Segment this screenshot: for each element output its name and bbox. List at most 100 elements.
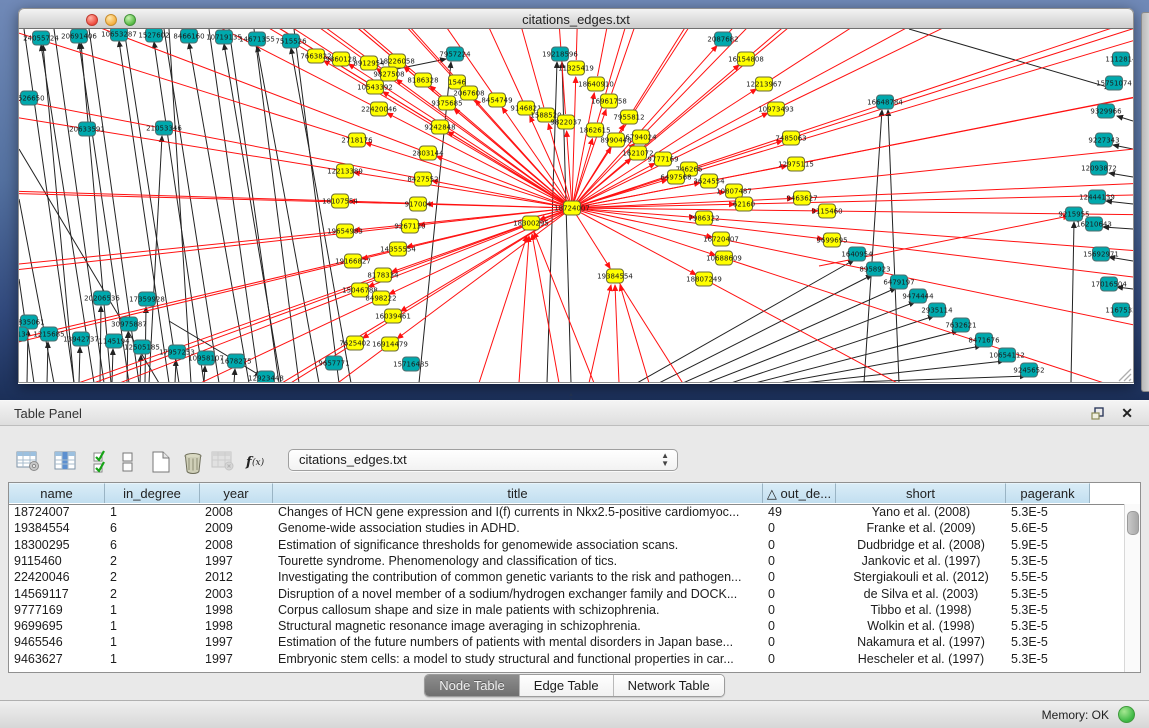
table-row[interactable]: 1830029562008Estimation of significance … (9, 537, 1125, 553)
tab-node-table[interactable]: Node Table (425, 675, 520, 696)
graph-node[interactable]: 10973493 (758, 102, 794, 116)
cell-in_degree[interactable]: 2 (105, 553, 200, 569)
graph-node[interactable]: 19654983 (327, 224, 363, 238)
cell-title[interactable]: Estimation of the future numbers of pati… (273, 634, 763, 650)
tab-network-table[interactable]: Network Table (614, 675, 724, 696)
graph-node[interactable]: 11325419 (558, 61, 594, 75)
scrollbar-thumb[interactable] (1127, 511, 1139, 535)
graph-node[interactable]: 8178334 (367, 268, 399, 282)
graph-node[interactable]: 2526650 (18, 91, 45, 105)
close-panel-icon[interactable]: ✕ (1121, 405, 1133, 422)
cell-year[interactable]: 2009 (200, 520, 273, 536)
cell-title[interactable]: Corpus callosum shape and size in male p… (273, 602, 763, 618)
graph-node[interactable]: 14355554 (380, 242, 416, 256)
graph-node[interactable]: 21053346 (146, 121, 182, 135)
table-panel-header[interactable]: Table Panel ✕ (0, 400, 1149, 426)
cell-year[interactable]: 2008 (200, 504, 273, 520)
cell-title[interactable]: Tourette syndrome. Phenomenology and cla… (273, 553, 763, 569)
graph-node[interactable]: 7632621 (945, 318, 976, 332)
graph-node[interactable]: 19166827 (335, 254, 371, 268)
cell-out_de[interactable]: 0 (763, 651, 836, 667)
cell-out_de[interactable]: 0 (763, 553, 836, 569)
graph-node[interactable]: 16914479 (372, 337, 408, 351)
column-header-in_degree[interactable]: in_degree (105, 483, 200, 503)
graph-node[interactable]: 7955812 (613, 110, 644, 124)
table-row[interactable]: 969969511998Structural magnetic resonanc… (9, 618, 1125, 634)
graph-node[interactable]: 14671355 (239, 32, 275, 46)
column-header-pagerank[interactable]: pagerank (1006, 483, 1090, 503)
graph-node[interactable]: 19218596 (542, 47, 578, 61)
cell-out_de[interactable]: 0 (763, 618, 836, 634)
column-header-title[interactable]: title (273, 483, 763, 503)
cell-title[interactable]: Changes of HCN gene expression and I(f) … (273, 504, 763, 520)
graph-node[interactable]: 22420046 (361, 102, 397, 116)
graph-node[interactable]: 12213967 (746, 77, 782, 91)
cell-in_degree[interactable]: 2 (105, 569, 200, 585)
graph-node[interactable]: 12444139 (1079, 190, 1115, 204)
cell-in_degree[interactable]: 2 (105, 586, 200, 602)
graph-node[interactable]: 1112814 (1105, 52, 1134, 66)
graph-node[interactable]: 15716485 (393, 357, 429, 371)
column-header-out_de[interactable]: △ out_de... (763, 483, 836, 503)
show-columns-icon[interactable] (54, 450, 78, 474)
graph-node[interactable]: 12975115 (778, 157, 814, 171)
graph-node[interactable]: 18107554 (322, 194, 358, 208)
cell-title[interactable]: Estimation of significance thresholds fo… (273, 537, 763, 553)
cell-short[interactable]: de Silva et al. (2003) (836, 586, 1006, 602)
graph-node[interactable]: 1678275 (220, 354, 251, 368)
vertical-scrollbar[interactable] (1124, 504, 1140, 672)
graph-node[interactable]: 16961758 (591, 94, 627, 108)
graph-node[interactable]: 7625402 (339, 336, 370, 350)
table-selector-dropdown[interactable]: citations_edges.txt ▲▼ (288, 449, 678, 471)
graph-node[interactable]: 8427552 (407, 172, 438, 186)
cell-year[interactable]: 1997 (200, 553, 273, 569)
graph-node[interactable]: 18640910 (578, 77, 614, 91)
graph-node[interactable]: 18807249 (686, 272, 722, 286)
window-titlebar[interactable]: citations_edges.txt (18, 8, 1134, 29)
select-columns-icon[interactable] (92, 450, 116, 474)
splitter-handle[interactable]: ▲▼ (564, 392, 578, 398)
graph-node[interactable]: 10543392 (357, 80, 393, 94)
graph-node[interactable]: 8466160 (173, 29, 204, 43)
cell-name[interactable]: 9463627 (9, 651, 105, 667)
cell-pagerank[interactable]: 5.6E-5 (1006, 520, 1090, 536)
cell-pagerank[interactable]: 5.5E-5 (1006, 569, 1090, 585)
graph-node[interactable]: 20691406 (61, 29, 97, 43)
cell-in_degree[interactable]: 6 (105, 520, 200, 536)
graph-node[interactable]: 20633591 (69, 122, 105, 136)
resize-grip[interactable] (1116, 366, 1132, 382)
graph-node[interactable]: 9115460 (811, 204, 842, 218)
column-header-short[interactable]: short (836, 483, 1006, 503)
cell-out_de[interactable]: 0 (763, 537, 836, 553)
cell-title[interactable]: Embryonic stem cells: a model to study s… (273, 651, 763, 667)
graph-node[interactable]: 8454749 (481, 93, 512, 107)
graph-node[interactable]: 1640954 (841, 247, 873, 261)
cell-year[interactable]: 2008 (200, 537, 273, 553)
graph-node[interactable]: 9267130 (394, 219, 425, 233)
cell-in_degree[interactable]: 6 (105, 537, 200, 553)
cell-in_degree[interactable]: 1 (105, 651, 200, 667)
cell-pagerank[interactable]: 5.3E-5 (1006, 553, 1090, 569)
graph-node[interactable]: 1862615 (579, 123, 610, 137)
cell-out_de[interactable]: 0 (763, 634, 836, 650)
graph-node[interactable]: 10688609 (706, 251, 742, 265)
cell-name[interactable]: 9699695 (9, 618, 105, 634)
graph-node[interactable]: 16720407 (703, 232, 739, 246)
graph-node[interactable]: 2803144 (412, 146, 444, 160)
graph-node[interactable]: 10807487 (716, 184, 752, 198)
cell-pagerank[interactable]: 5.9E-5 (1006, 537, 1090, 553)
cell-short[interactable]: Wolkin et al. (1998) (836, 618, 1006, 634)
graph-node[interactable]: 8186328 (407, 73, 438, 87)
cell-out_de[interactable]: 49 (763, 504, 836, 520)
graph-node[interactable]: 917004 (405, 197, 432, 211)
graph-node[interactable]: 9474444 (902, 289, 934, 303)
table-row[interactable]: 1938455462009Genome-wide association stu… (9, 520, 1125, 536)
cell-title[interactable]: Structural magnetic resonance image aver… (273, 618, 763, 634)
graph-node[interactable]: 62160 (733, 197, 755, 211)
graph-node[interactable]: 17359928 (129, 292, 165, 306)
network-window[interactable]: citations_edges.txt 24055724206914061065… (18, 8, 1134, 384)
cell-name[interactable]: 19384554 (9, 520, 105, 536)
graph-node[interactable]: 9245652 (1013, 363, 1044, 377)
new-table-icon[interactable] (150, 450, 174, 474)
cell-pagerank[interactable]: 5.3E-5 (1006, 586, 1090, 602)
